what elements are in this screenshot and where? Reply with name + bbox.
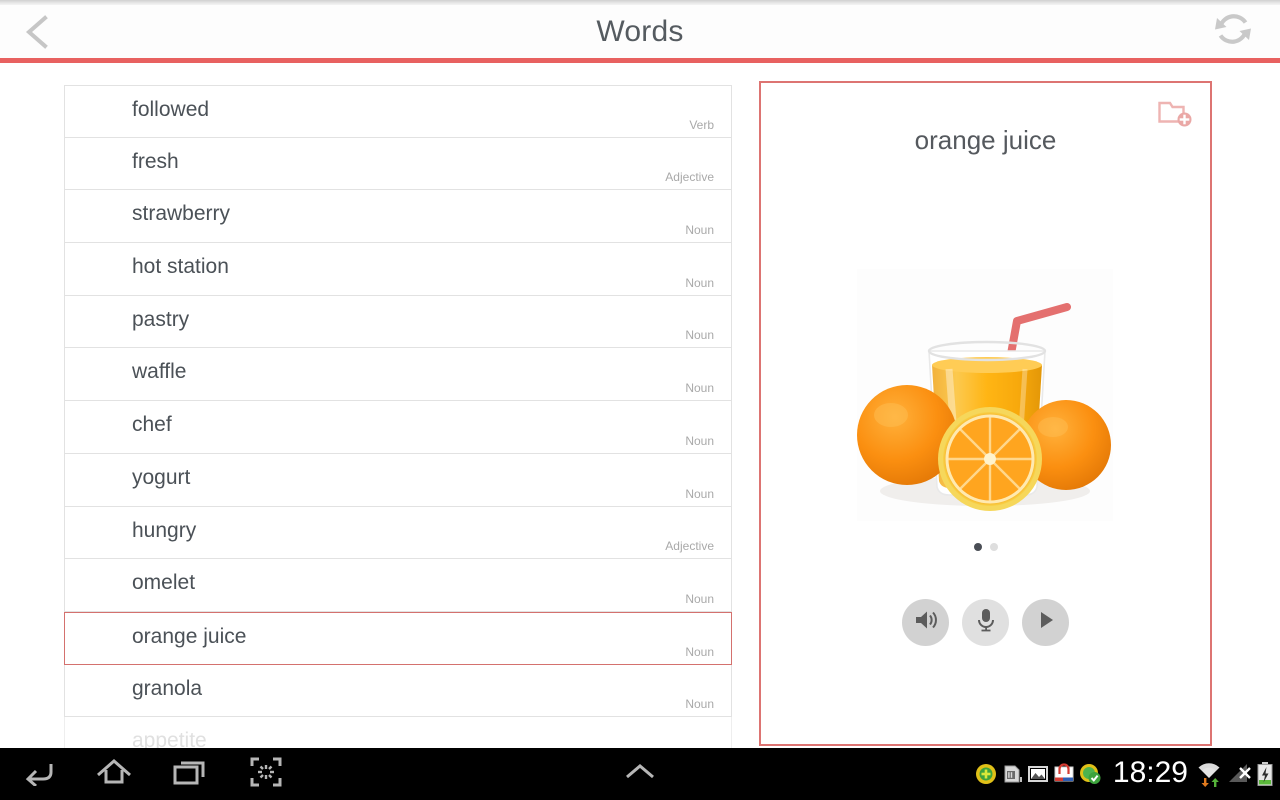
part-of-speech-label: Noun	[685, 697, 714, 712]
table-row[interactable]: strawberry Noun	[64, 190, 732, 244]
pager-dot-2[interactable]	[989, 543, 998, 551]
part-of-speech-label: Noun	[685, 328, 714, 343]
signal-off-icon	[1226, 761, 1252, 787]
app-header: Words	[0, 5, 1280, 58]
table-row[interactable]: omelet Noun	[64, 559, 732, 612]
wifi-icon	[1196, 761, 1222, 787]
word-detail-card: orange juice	[759, 81, 1212, 746]
microphone-icon	[975, 607, 997, 638]
speaker-icon	[913, 608, 939, 637]
table-row[interactable]: orange juice Noun	[64, 611, 732, 665]
pager-dot-1[interactable]	[973, 543, 982, 551]
nav-back-button[interactable]	[0, 748, 76, 800]
refresh-icon	[1212, 8, 1254, 55]
word-illustration	[857, 269, 1113, 521]
refresh-button[interactable]	[1206, 5, 1260, 58]
table-row[interactable]: hot station Noun	[64, 243, 732, 296]
table-row[interactable]: fresh Adjective	[64, 137, 732, 191]
play-icon	[1036, 609, 1056, 636]
word-label: strawberry	[132, 202, 231, 226]
word-label: fresh	[132, 149, 179, 173]
word-label: orange juice	[132, 624, 247, 648]
navbar-buttons	[0, 748, 304, 800]
word-label: appetite	[132, 729, 207, 748]
gallery-image-icon	[1027, 763, 1049, 785]
word-label: yogurt	[132, 465, 191, 489]
nav-screenshot-button[interactable]	[228, 748, 304, 800]
word-label: hungry	[132, 518, 197, 542]
table-row[interactable]: pastry Noun	[64, 295, 732, 349]
word-label: pastry	[132, 307, 190, 331]
word-label: omelet	[132, 571, 196, 595]
microphone-button[interactable]	[962, 599, 1009, 646]
android-navbar: 18:29	[0, 748, 1280, 800]
recent-apps-icon	[172, 758, 208, 791]
play-button[interactable]	[1022, 599, 1069, 646]
battery-charging-icon	[1256, 761, 1274, 787]
table-row[interactable]: followed Verb	[64, 85, 732, 138]
part-of-speech-label: Noun	[685, 486, 714, 501]
main-content: followed Verb fresh Adjective strawberry Noun…	[0, 63, 1280, 748]
speaker-button[interactable]	[902, 599, 949, 646]
part-of-speech-label: Verb	[689, 117, 714, 132]
word-label: followed	[132, 98, 210, 121]
page-title: Words	[596, 14, 684, 48]
chevron-up-icon	[624, 762, 656, 787]
chevron-left-icon	[23, 14, 51, 50]
back-arrow-icon	[21, 758, 55, 791]
word-label: waffle	[132, 360, 187, 384]
part-of-speech-label: Noun	[685, 644, 714, 659]
word-label: chef	[132, 413, 172, 437]
part-of-speech-label: Noun	[685, 275, 714, 290]
table-row[interactable]: chef Noun	[64, 401, 732, 454]
part-of-speech-label: Noun	[685, 591, 714, 606]
word-label: granola	[132, 676, 203, 700]
table-row[interactable]: appetite	[64, 717, 732, 748]
nav-recents-button[interactable]	[152, 748, 228, 800]
table-row[interactable]: granola Noun	[64, 664, 732, 718]
table-row[interactable]: hungry Adjective	[64, 506, 732, 560]
sd-card-icon	[1001, 763, 1023, 785]
part-of-speech-label: Noun	[685, 433, 714, 448]
status-clock: 18:29	[1112, 755, 1188, 789]
market-store-icon	[1053, 763, 1075, 785]
green-plus-badge-icon	[975, 763, 997, 785]
home-icon	[96, 758, 132, 791]
green-check-badge-icon	[1079, 763, 1101, 785]
back-button[interactable]	[8, 5, 66, 58]
screenshot-icon	[250, 757, 282, 792]
detail-word-title: orange juice	[914, 125, 1057, 155]
word-list[interactable]: followed Verb fresh Adjective strawberry Noun…	[64, 85, 732, 748]
part-of-speech-label: Noun	[685, 223, 714, 238]
part-of-speech-label: Adjective	[665, 170, 714, 185]
part-of-speech-label: Adjective	[665, 539, 714, 554]
image-pager-dots[interactable]	[761, 543, 1210, 551]
nav-home-button[interactable]	[76, 748, 152, 800]
app-root: Words followed Verb fresh Adjective stra…	[0, 0, 1280, 800]
table-row[interactable]: yogurt Noun	[64, 453, 732, 507]
status-bar: 18:29	[975, 748, 1274, 800]
table-row[interactable]: waffle Noun	[64, 348, 732, 402]
part-of-speech-label: Noun	[685, 381, 714, 396]
audio-controls	[761, 599, 1210, 646]
word-label: hot station	[132, 255, 229, 279]
nav-expand-button[interactable]	[610, 748, 670, 800]
